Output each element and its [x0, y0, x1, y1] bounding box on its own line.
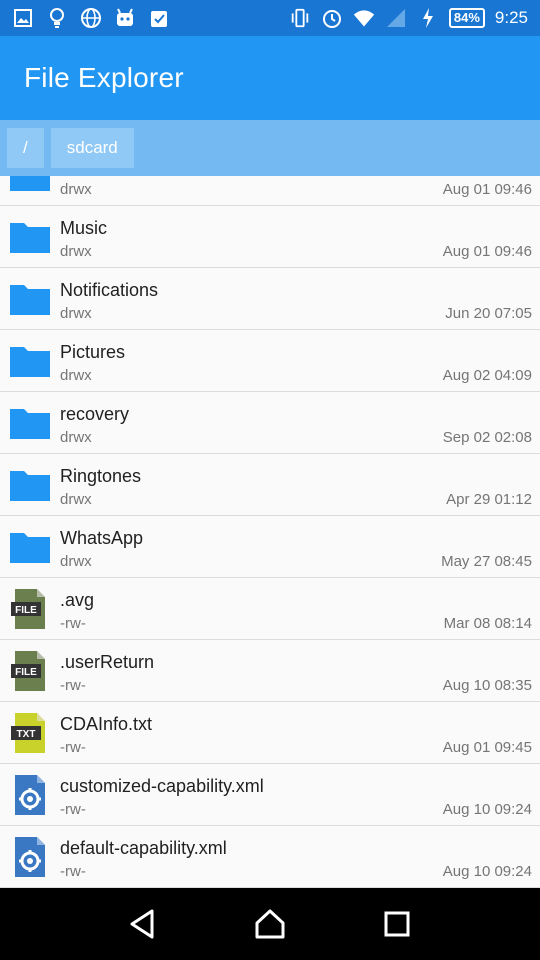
- file-name: recovery: [60, 404, 130, 424]
- file-date: Aug 01 09:46: [442, 243, 532, 260]
- file-name: Ringtones: [60, 466, 142, 486]
- file-permissions: drwx: [60, 429, 92, 446]
- file-name: Notifications: [60, 280, 159, 300]
- file-row[interactable]: recovery drwx Sep 02 02:08: [0, 392, 540, 454]
- file-row[interactable]: FILE .userReturn -rw- Aug 10 08:35: [0, 640, 540, 702]
- file-row[interactable]: drwx Aug 01 09:46: [0, 176, 540, 206]
- file-permissions: drwx: [60, 367, 92, 384]
- file-date: May 27 08:45: [441, 553, 532, 570]
- file-row[interactable]: Ringtones drwx Apr 29 01:12: [0, 454, 540, 516]
- file-name: .userReturn: [60, 652, 155, 672]
- recents-square-icon: [384, 911, 410, 937]
- status-bar: 84% 9:25: [0, 0, 540, 36]
- file-row[interactable]: TXT CDAInfo.txt -rw- Aug 01 09:45: [0, 702, 540, 764]
- file-permissions: -rw-: [60, 801, 86, 818]
- file-row[interactable]: Pictures drwx Aug 02 04:09: [0, 330, 540, 392]
- charging-icon: [417, 7, 439, 29]
- alarm-icon: [321, 7, 343, 29]
- recents-button[interactable]: [373, 900, 421, 948]
- file-permissions: drwx: [60, 553, 92, 570]
- file-name: default-capability.xml: [60, 838, 227, 858]
- file-name: Music: [60, 218, 108, 238]
- battery-percentage: 84%: [448, 8, 485, 28]
- file-date: Aug 01 09:45: [442, 739, 532, 756]
- file-name: .avg: [60, 590, 95, 610]
- file-list-content: drwx Aug 01 09:46 Music drwx Aug 01 09:46 Not…: [0, 176, 540, 888]
- status-right-icons: 84% 9:25: [289, 7, 528, 29]
- txt-file-icon: TXT: [10, 713, 50, 753]
- settings-file-icon: [10, 837, 50, 877]
- folder-icon: [10, 465, 50, 505]
- file-permissions: drwx: [60, 305, 92, 322]
- file-permissions: drwx: [60, 181, 92, 198]
- folder-icon: [10, 279, 50, 319]
- file-permissions: drwx: [60, 243, 92, 260]
- settings-file-icon: [10, 775, 50, 815]
- android-icon: [114, 7, 136, 29]
- svg-text:FILE: FILE: [15, 605, 37, 616]
- app-bar: File Explorer: [0, 36, 540, 120]
- folder-icon: [10, 217, 50, 257]
- folder-icon: [10, 341, 50, 381]
- file-date: Aug 02 04:09: [442, 367, 532, 384]
- folder-icon: [10, 527, 50, 567]
- file-date: Aug 10 09:24: [442, 801, 532, 818]
- back-triangle-icon: [130, 909, 154, 939]
- image-icon: [12, 7, 34, 29]
- file-date: Aug 10 08:35: [442, 677, 532, 694]
- file-row[interactable]: WhatsApp drwx May 27 08:45: [0, 516, 540, 578]
- vibrate-icon: [289, 7, 311, 29]
- app-title: File Explorer: [24, 62, 184, 93]
- navigation-bar: [0, 888, 540, 960]
- file-date: Apr 29 01:12: [446, 491, 532, 508]
- file-name: customized-capability.xml: [60, 776, 264, 796]
- folder-icon: [10, 403, 50, 443]
- file-permissions: -rw-: [60, 863, 86, 880]
- globe-icon: [80, 7, 102, 29]
- lightbulb-icon: [46, 7, 68, 29]
- folder-icon: [10, 176, 50, 195]
- signal-icon: [385, 7, 407, 29]
- wifi-icon: [353, 7, 375, 29]
- file-icon: FILE: [10, 651, 50, 691]
- file-icon: FILE: [10, 589, 50, 629]
- file-date: Sep 02 02:08: [442, 429, 532, 446]
- file-date: Aug 10 09:24: [442, 863, 532, 880]
- file-date: Mar 08 08:14: [443, 615, 532, 632]
- svg-text:TXT: TXT: [17, 729, 36, 740]
- file-permissions: -rw-: [60, 677, 86, 694]
- file-row[interactable]: customized-capability.xml -rw- Aug 10 09:2…: [0, 764, 540, 826]
- file-date: Aug 01 09:46: [442, 181, 532, 198]
- status-left-icons: [12, 7, 170, 29]
- file-name: Pictures: [60, 342, 126, 362]
- clock: 9:25: [494, 8, 528, 27]
- file-list[interactable]: drwx Aug 01 09:46 Music drwx Aug 01 09:46 Not…: [0, 176, 540, 888]
- file-row[interactable]: default-capability.xml -rw- Aug 10 09:24: [0, 826, 540, 888]
- file-row[interactable]: FILE .avg -rw- Mar 08 08:14: [0, 578, 540, 640]
- file-name: WhatsApp: [60, 528, 144, 548]
- clipboard-check-icon: [148, 7, 170, 29]
- file-date: Jun 20 07:05: [445, 305, 532, 322]
- file-permissions: -rw-: [60, 739, 86, 756]
- file-row[interactable]: Music drwx Aug 01 09:46: [0, 206, 540, 268]
- home-icon: [255, 909, 285, 939]
- svg-text:FILE: FILE: [15, 667, 37, 678]
- file-permissions: drwx: [60, 491, 92, 508]
- file-name: CDAInfo.txt: [60, 714, 153, 734]
- breadcrumb: / sdcard: [0, 120, 540, 176]
- file-row[interactable]: Notifications drwx Jun 20 07:05: [0, 268, 540, 330]
- file-permissions: -rw-: [60, 615, 86, 632]
- breadcrumb-root[interactable]: /: [7, 128, 44, 168]
- home-button[interactable]: [246, 900, 294, 948]
- back-button[interactable]: [119, 900, 167, 948]
- breadcrumb-sdcard[interactable]: sdcard: [50, 128, 134, 168]
